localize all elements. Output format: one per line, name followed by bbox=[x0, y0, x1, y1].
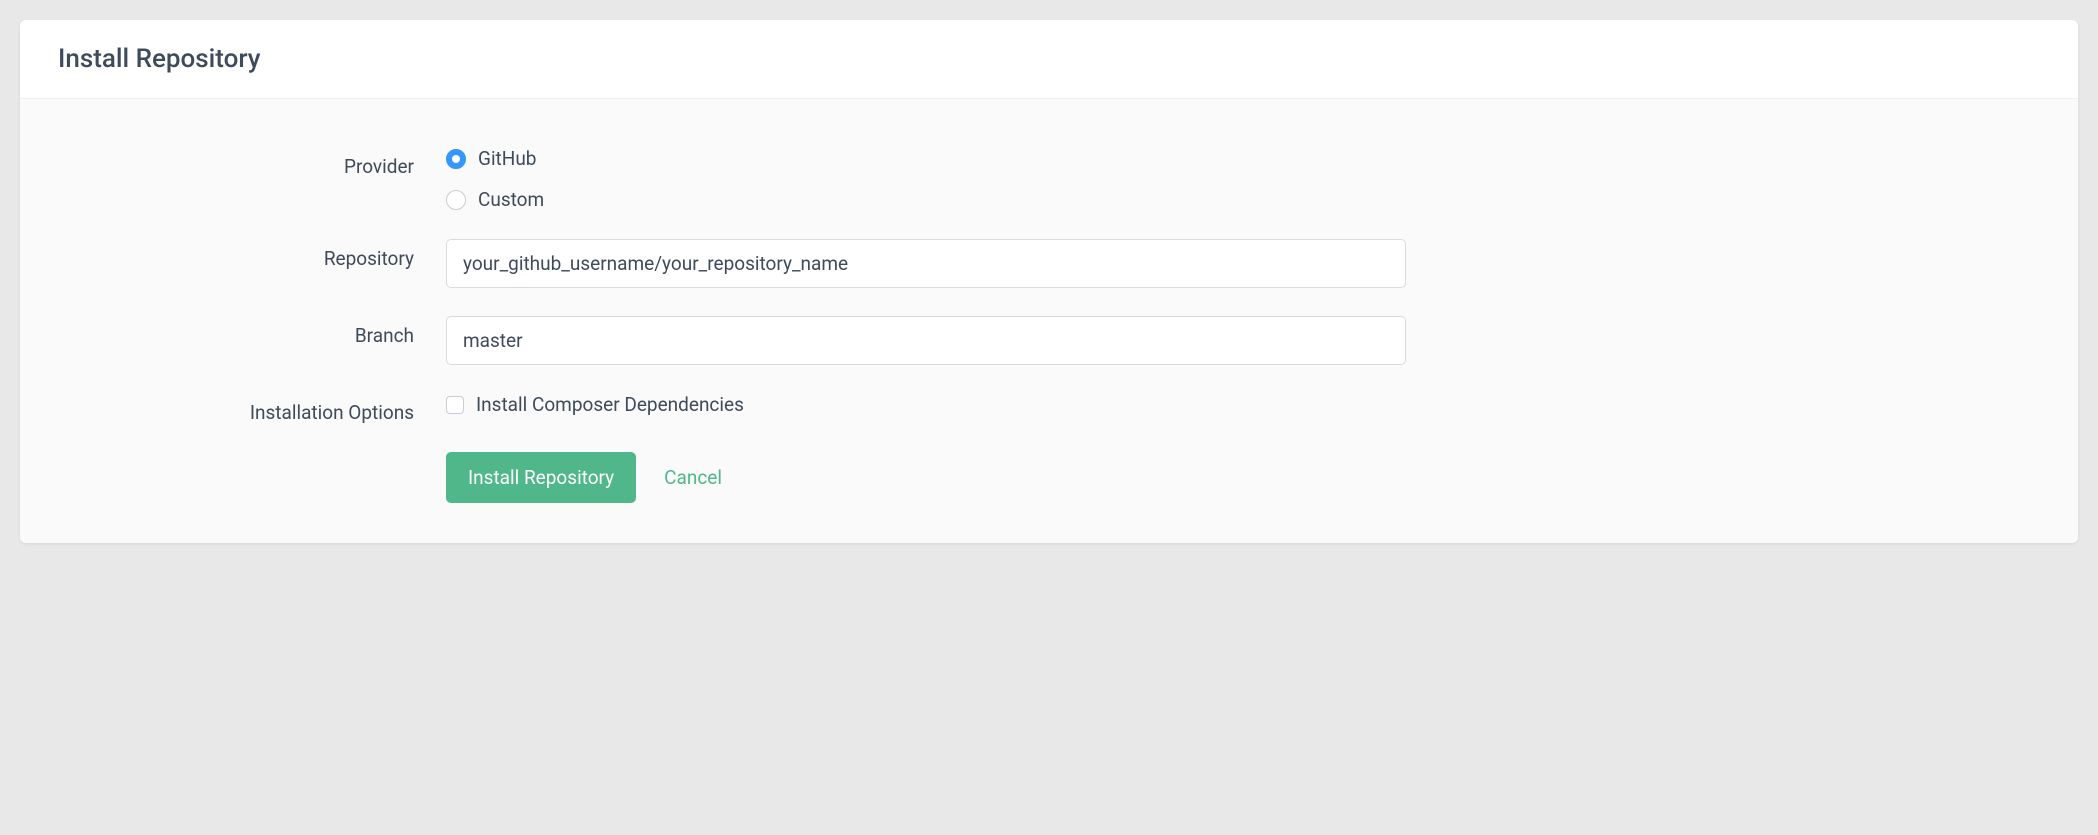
branch-input[interactable] bbox=[446, 316, 1406, 365]
provider-custom-label: Custom bbox=[478, 188, 544, 211]
provider-github-option[interactable]: GitHub bbox=[446, 147, 1406, 170]
provider-custom-option[interactable]: Custom bbox=[446, 188, 1406, 211]
actions-row: Install Repository Cancel bbox=[58, 452, 2040, 503]
repository-row: Repository bbox=[58, 239, 2040, 288]
composer-checkbox[interactable] bbox=[446, 396, 464, 414]
provider-custom-radio[interactable] bbox=[446, 190, 466, 210]
cancel-button[interactable]: Cancel bbox=[664, 466, 722, 489]
branch-row: Branch bbox=[58, 316, 2040, 365]
installation-options-row: Installation Options Install Composer De… bbox=[58, 393, 2040, 424]
button-row: Install Repository Cancel bbox=[446, 452, 1406, 503]
provider-row: Provider GitHub Custom bbox=[58, 147, 2040, 211]
composer-option[interactable]: Install Composer Dependencies bbox=[446, 393, 1406, 416]
branch-label: Branch bbox=[58, 316, 446, 347]
provider-radio-group: GitHub Custom bbox=[446, 147, 1406, 211]
repository-input[interactable] bbox=[446, 239, 1406, 288]
card-header: Install Repository bbox=[20, 20, 2078, 99]
card-body: Provider GitHub Custom Repository bbox=[20, 99, 2078, 543]
repository-label: Repository bbox=[58, 239, 446, 270]
installation-options-label: Installation Options bbox=[58, 393, 446, 424]
provider-label: Provider bbox=[58, 147, 446, 178]
provider-github-radio[interactable] bbox=[446, 149, 466, 169]
card-title: Install Repository bbox=[58, 44, 2040, 74]
provider-github-label: GitHub bbox=[478, 147, 536, 170]
composer-label: Install Composer Dependencies bbox=[476, 393, 744, 416]
install-repository-card: Install Repository Provider GitHub Custo… bbox=[20, 20, 2078, 543]
install-repository-button[interactable]: Install Repository bbox=[446, 452, 636, 503]
